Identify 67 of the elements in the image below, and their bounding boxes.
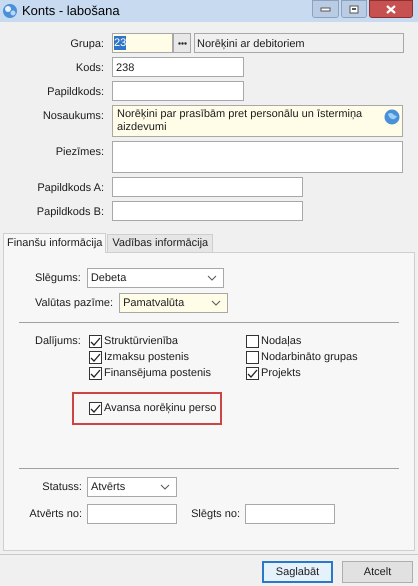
- close-icon: [386, 4, 396, 14]
- minimize-icon: [320, 5, 331, 13]
- checkbox[interactable]: [246, 334, 259, 348]
- close-button[interactable]: [369, 0, 413, 18]
- field-label: Slēgts no:: [190, 506, 240, 522]
- maximize-button[interactable]: [341, 0, 367, 18]
- checkbox[interactable]: [89, 350, 102, 364]
- checkbox[interactable]: [246, 350, 259, 364]
- combo-value: Debeta: [90, 270, 128, 286]
- checkbox-label: Struktūrvienība: [104, 334, 178, 349]
- check-icon: [247, 368, 258, 378]
- field-label: Valūtas pazīme:: [35, 296, 114, 311]
- field-label: Dalījums:: [35, 334, 82, 349]
- tab[interactable]: Vadības informācija: [107, 234, 214, 252]
- check-icon: [90, 352, 101, 362]
- tab[interactable]: Finanšu informācija: [3, 233, 106, 253]
- check-icon: [90, 404, 101, 412]
- field-label: Papildkods:: [46, 85, 104, 100]
- field-label: Atvērts no:: [28, 506, 82, 522]
- button[interactable]: Atcelt: [342, 561, 413, 583]
- field-label: Slēgums:: [35, 270, 81, 286]
- checkbox-label: Finansējuma postenis: [104, 366, 212, 381]
- checkbox-label: Projekts: [261, 366, 301, 381]
- checkbox-label: Nodaļas: [261, 334, 302, 349]
- checkbox[interactable]: [89, 334, 102, 348]
- dropdown[interactable]: Pamatvalūta: [119, 293, 228, 313]
- window-title: Konts - labošana: [22, 2, 120, 20]
- button[interactable]: Saglabāt: [262, 561, 333, 583]
- combo-value: Atvērts: [91, 480, 126, 495]
- input-field[interactable]: [245, 504, 335, 524]
- field-label: Papildkods A:: [36, 181, 104, 196]
- input-field[interactable]: [112, 201, 303, 221]
- input-field[interactable]: 23: [112, 33, 173, 53]
- field-label: Piezīmes:: [54, 145, 104, 160]
- checkbox[interactable]: [89, 402, 102, 414]
- field-label: Statuss:: [41, 480, 82, 495]
- check-icon: [90, 336, 101, 346]
- browse-button[interactable]: [173, 33, 191, 53]
- checkbox-label: Nodarbināto grupas: [261, 350, 358, 365]
- checkbox[interactable]: [246, 366, 259, 380]
- field-label: Papildkods B:: [36, 205, 104, 220]
- checkbox[interactable]: [89, 366, 102, 380]
- field-value: Norēķini par prasībām pret personālu un īstermiņa aizdevumi: [117, 108, 364, 134]
- field-value: 23: [114, 36, 126, 50]
- globe-icon: [384, 109, 400, 125]
- description-field: Norēķini ar debitoriem: [194, 33, 404, 53]
- field-label: Grupa:: [69, 37, 104, 52]
- chevron-down-icon: [211, 300, 222, 306]
- field-label: Nosaukums:: [42, 109, 104, 124]
- input-field[interactable]: [112, 81, 244, 101]
- checkbox-label: Avansa norēķinu perso: [104, 400, 216, 416]
- dropdown[interactable]: Atvērts: [87, 477, 177, 497]
- ellipsis-icon: [178, 42, 186, 44]
- check-icon: [90, 368, 101, 378]
- input-field[interactable]: 238: [112, 57, 244, 77]
- chevron-down-icon: [206, 275, 217, 281]
- chevron-down-icon: [160, 484, 170, 490]
- dropdown[interactable]: Debeta: [86, 268, 224, 288]
- input-field[interactable]: [87, 504, 177, 524]
- app-icon: [2, 3, 18, 19]
- text-area[interactable]: Norēķini par prasībām pret personālu un īstermiņa aizdevumi: [112, 105, 403, 137]
- field-label: Kods:: [74, 61, 104, 76]
- checkbox-label: Izmaksu postenis: [104, 350, 189, 365]
- combo-value: Pamatvalūta: [123, 296, 186, 311]
- input-field[interactable]: [112, 177, 303, 197]
- maximize-icon: [349, 4, 359, 14]
- minimize-button[interactable]: [312, 0, 339, 18]
